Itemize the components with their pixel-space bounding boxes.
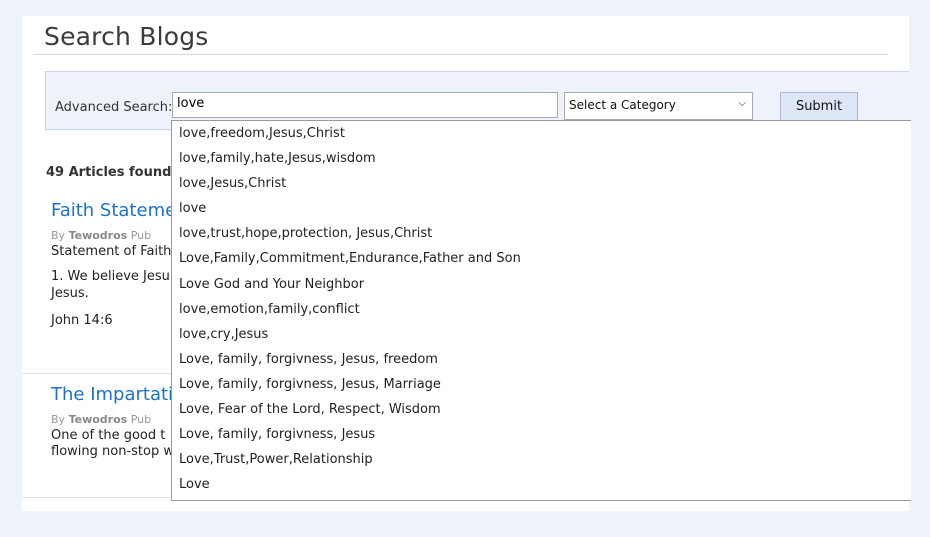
search-input[interactable]: love [172,92,558,118]
autocomplete-suggestion[interactable]: Love,Family,Commitment,Endurance,Father … [172,246,911,271]
autocomplete-suggestion[interactable]: love,cry,Jesus [172,322,911,347]
category-select[interactable]: Select a Category ⌵ [564,92,753,120]
autocomplete-suggestion[interactable]: love,emotion,family,conflict [172,297,911,322]
page-title: Search Blogs [44,22,209,51]
article-published-label: Pub [130,413,152,426]
article-by-label: By [51,229,66,242]
autocomplete-suggestion[interactable]: love [172,196,911,221]
autocomplete-suggestion[interactable]: love,family,hate,Jesus,wisdom [172,146,911,171]
category-select-value: Select a Category [569,98,676,112]
article-author-link[interactable]: Tewodros [69,413,128,426]
autocomplete-suggestion[interactable]: Love,Trust,Power,Relationship [172,447,911,472]
autocomplete-suggestion[interactable]: love,Jesus,Christ [172,171,911,196]
article-published-label: Pub [130,229,152,242]
title-divider [34,54,888,55]
results-count: 49 Articles found fo [46,165,191,180]
autocomplete-suggestion[interactable]: Love, Fear of the Lord, Respect, Wisdom [172,397,911,422]
autocomplete-suggestion[interactable]: Love God and Your Neighbor [172,272,911,297]
advanced-search-label: Advanced Search: [55,100,173,115]
autocomplete-suggestion[interactable]: Love, family, forgivness, Jesus, Marriag… [172,372,911,397]
article-by-label: By [51,413,66,426]
submit-button[interactable]: Submit [780,92,858,122]
autocomplete-suggestion[interactable]: love,freedom,Jesus,Christ [172,121,911,146]
autocomplete-suggestion[interactable]: Love [172,472,911,497]
autocomplete-dropdown: love,freedom,Jesus,Christ love,family,hat… [171,120,911,501]
autocomplete-suggestion[interactable]: Love, family, forgivness, Jesus, freedom [172,347,911,372]
chevron-down-icon: ⌵ [738,98,746,109]
article-author-link[interactable]: Tewodros [69,229,128,242]
autocomplete-suggestion[interactable]: Love, family, forgivness, Jesus [172,422,911,447]
autocomplete-suggestion[interactable]: love,trust,hope,protection, Jesus,Christ [172,221,911,246]
